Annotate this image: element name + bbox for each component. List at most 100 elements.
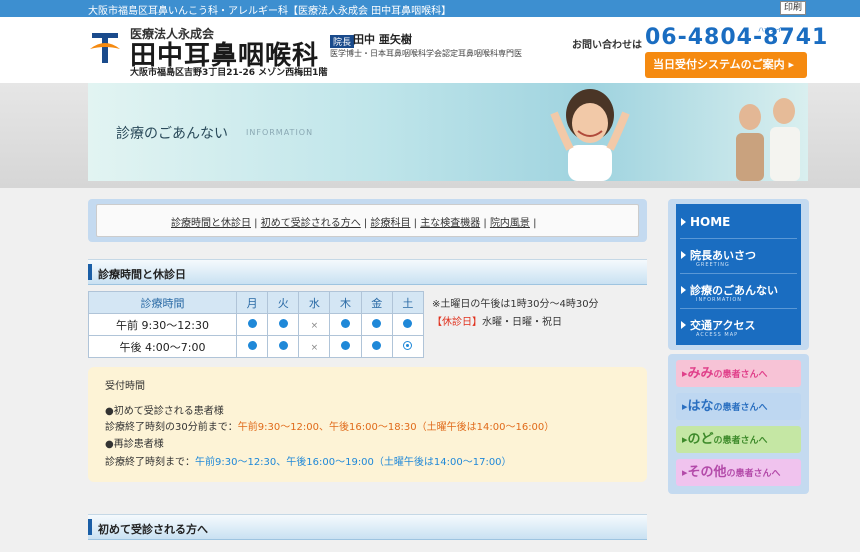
patient-link-big: はな [687,399,714,414]
patient-link-big: のど [687,432,714,447]
col-fri: 金 [360,291,393,314]
mark-cell [235,313,269,336]
nav-link-equipment[interactable]: 主な検査機器 [420,218,480,229]
contact-label: お問い合わせは [572,40,642,51]
open-dot-icon [403,319,413,328]
nav-link-interior[interactable]: 院内風景 [490,218,530,229]
reception-title: 受付時間 [105,381,145,392]
table-row: 午前 9:30〜12:30 × [88,313,425,336]
mark-cell: × [298,335,331,358]
banner-subtitle: INFORMATION [246,128,314,137]
mark-cell [235,335,269,358]
sidebar-item-information[interactable]: 診療のごあんない INFORMATION [676,274,801,308]
child-photo [550,89,630,181]
sidebar-item-sub: ACCESS MAP [696,332,739,338]
hours-heading-text: 診療時間と休診日 [98,268,186,281]
heading-accent [88,519,92,535]
col-mon: 月 [235,291,269,314]
first-visit-times: 午前9:30〜12:00、午後16:00〜18:30（土曜午後は14:00〜16… [237,422,555,433]
hours-header-row: 診療時間 月 火 水 木 金 土 [88,291,425,314]
site-header: 医療法人永成会 田中耳鼻咽喉科 大阪市福島区吉野3丁目21-26 メゾン西梅田1… [0,17,860,83]
sidebar-nav: HOME 院長あいさつ GREETING 診療のごあんない INFORMATIO… [668,199,809,350]
sidebar-item-label: 院長あいさつ [690,249,756,262]
col-hours: 診療時間 [88,291,237,314]
clinic-logo[interactable] [88,27,122,67]
patient-links: ▸みみの患者さんへ ▸はなの患者さんへ ▸のどの患者さんへ ▸その他の患者さんへ [668,354,809,494]
arrow-icon [681,321,686,329]
closed-mark-icon: × [310,343,319,353]
open-dot-icon [372,341,382,350]
col-tue: 火 [267,291,300,314]
nav-link-departments[interactable]: 診療科目 [370,218,410,229]
row-label-morning: 午前 9:30〜12:30 [88,313,237,336]
col-thu: 木 [329,291,362,314]
sidebar-item-label: HOME [690,215,731,229]
closed-mark-icon: × [310,321,319,331]
heading-accent [88,264,92,280]
director-title: 医学博士・日本耳鼻咽喉科学会認定耳鼻咽喉科専門医 [330,49,522,58]
open-dot-icon [341,319,351,328]
first-time-heading-text: 初めて受診される方へ [98,523,208,536]
arrow-icon [681,218,686,226]
hours-section-heading: 診療時間と休診日 [88,259,647,285]
closed-days-note: 【休診日】水曜・日曜・祝日 [432,313,562,328]
patient-link-rest: の患者さんへ [726,469,781,479]
mark-cell [360,335,393,358]
page-nav-inner: 診療時間と休診日 | 初めて受診される方へ | 診療科目 | 主な検査機器 | … [96,204,639,237]
sidebar-item-greeting[interactable]: 院長あいさつ GREETING [676,239,801,273]
first-visit-line: 診療終了時刻の30分前まで：午前9:30〜12:00、午後16:00〜18:30… [105,418,554,433]
sidebar-item-sub: GREETING [696,262,730,268]
closed-label: 【休診日】 [432,317,482,328]
row-label-afternoon: 午後 4:00〜7:00 [88,335,237,358]
patient-link-nose[interactable]: ▸はなの患者さんへ [676,393,801,420]
return-visit-heading: ●再診患者様 [105,439,164,450]
open-dot-icon [278,341,288,350]
patient-link-rest: の患者さんへ [713,403,768,413]
patient-link-big: みみ [687,366,714,381]
nav-link-hours[interactable]: 診療時間と休診日 [171,218,251,229]
print-button[interactable]: 印刷 [780,1,806,15]
director-badge: 院長 [330,35,355,48]
sidebar-item-sub: INFORMATION [696,297,743,303]
open-dot-icon [247,319,257,328]
return-visit-prefix: 診療終了時刻まで： [105,457,195,468]
page-banner: 診療のごあんない INFORMATION [88,83,808,181]
reception-hours-box: 受付時間 ●初めて受診される患者様 診療終了時刻の30分前まで：午前9:30〜1… [88,367,647,482]
return-visit-line: 診療終了時刻まで：午前9:30〜12:30、午後16:00〜19:00（土曜午後… [105,453,512,468]
mark-cell [391,335,425,358]
reception-system-button[interactable]: 当日受付システムのご案内 ▸ [645,52,807,78]
page-nav-links: 診療時間と休診日 | 初めて受診される方へ | 診療科目 | 主な検査機器 | … [171,218,537,229]
col-wed: 水 [298,291,331,314]
sidebar-item-access[interactable]: 交通アクセス ACCESS MAP [676,309,801,343]
page-nav: 診療時間と休診日 | 初めて受診される方へ | 診療科目 | 主な検査機器 | … [88,199,647,242]
return-visit-times: 午前9:30〜12:30、午後16:00〜19:00（土曜午後は14:00〜17… [195,457,512,468]
nav-link-first-visit[interactable]: 初めて受診される方へ [261,218,361,229]
mark-cell [360,313,393,336]
table-row: 午後 4:00〜7:00 × [88,335,425,358]
mark-cell [391,313,425,336]
hours-table: 診療時間 月 火 水 木 金 土 午前 9:30〜12:30 × 午後 4:00… [88,291,425,358]
site-tagline: 大阪市福島区耳鼻いんこう科・アレルギー科【医療法人永成会 田中耳鼻咽喉科】 [88,6,452,17]
open-dot-icon [372,319,382,328]
patient-link-throat[interactable]: ▸のどの患者さんへ [676,426,801,453]
sidebar-item-label: 診療のごあんない [690,284,778,297]
phone-number: 06-4804-8741 [645,25,829,50]
sidebar-item-home[interactable]: HOME [676,204,801,238]
elderly-couple-photo [736,98,800,181]
first-time-section-heading: 初めて受診される方へ [88,514,647,540]
open-dot-icon [341,341,351,350]
patient-link-rest: の患者さんへ [713,370,768,380]
clinic-address: 大阪市福島区吉野3丁目21-26 メゾン西梅田1階 [130,68,328,78]
patient-link-rest: の患者さんへ [713,436,768,446]
first-visit-prefix: 診療終了時刻の30分前まで： [105,422,238,433]
mark-cell [267,313,300,336]
banner-title: 診療のごあんない [116,126,228,142]
director-name: 田中 亜矢樹 [353,33,412,46]
mark-cell [329,335,362,358]
patient-link-ear[interactable]: ▸みみの患者さんへ [676,360,801,387]
patient-link-other[interactable]: ▸その他の患者さんへ [676,459,801,486]
partial-open-icon [403,341,413,350]
saturday-note: ※土曜日の午後は1時30分〜4時30分 [432,299,599,310]
arrow-icon [681,286,686,294]
open-dot-icon [278,319,288,328]
